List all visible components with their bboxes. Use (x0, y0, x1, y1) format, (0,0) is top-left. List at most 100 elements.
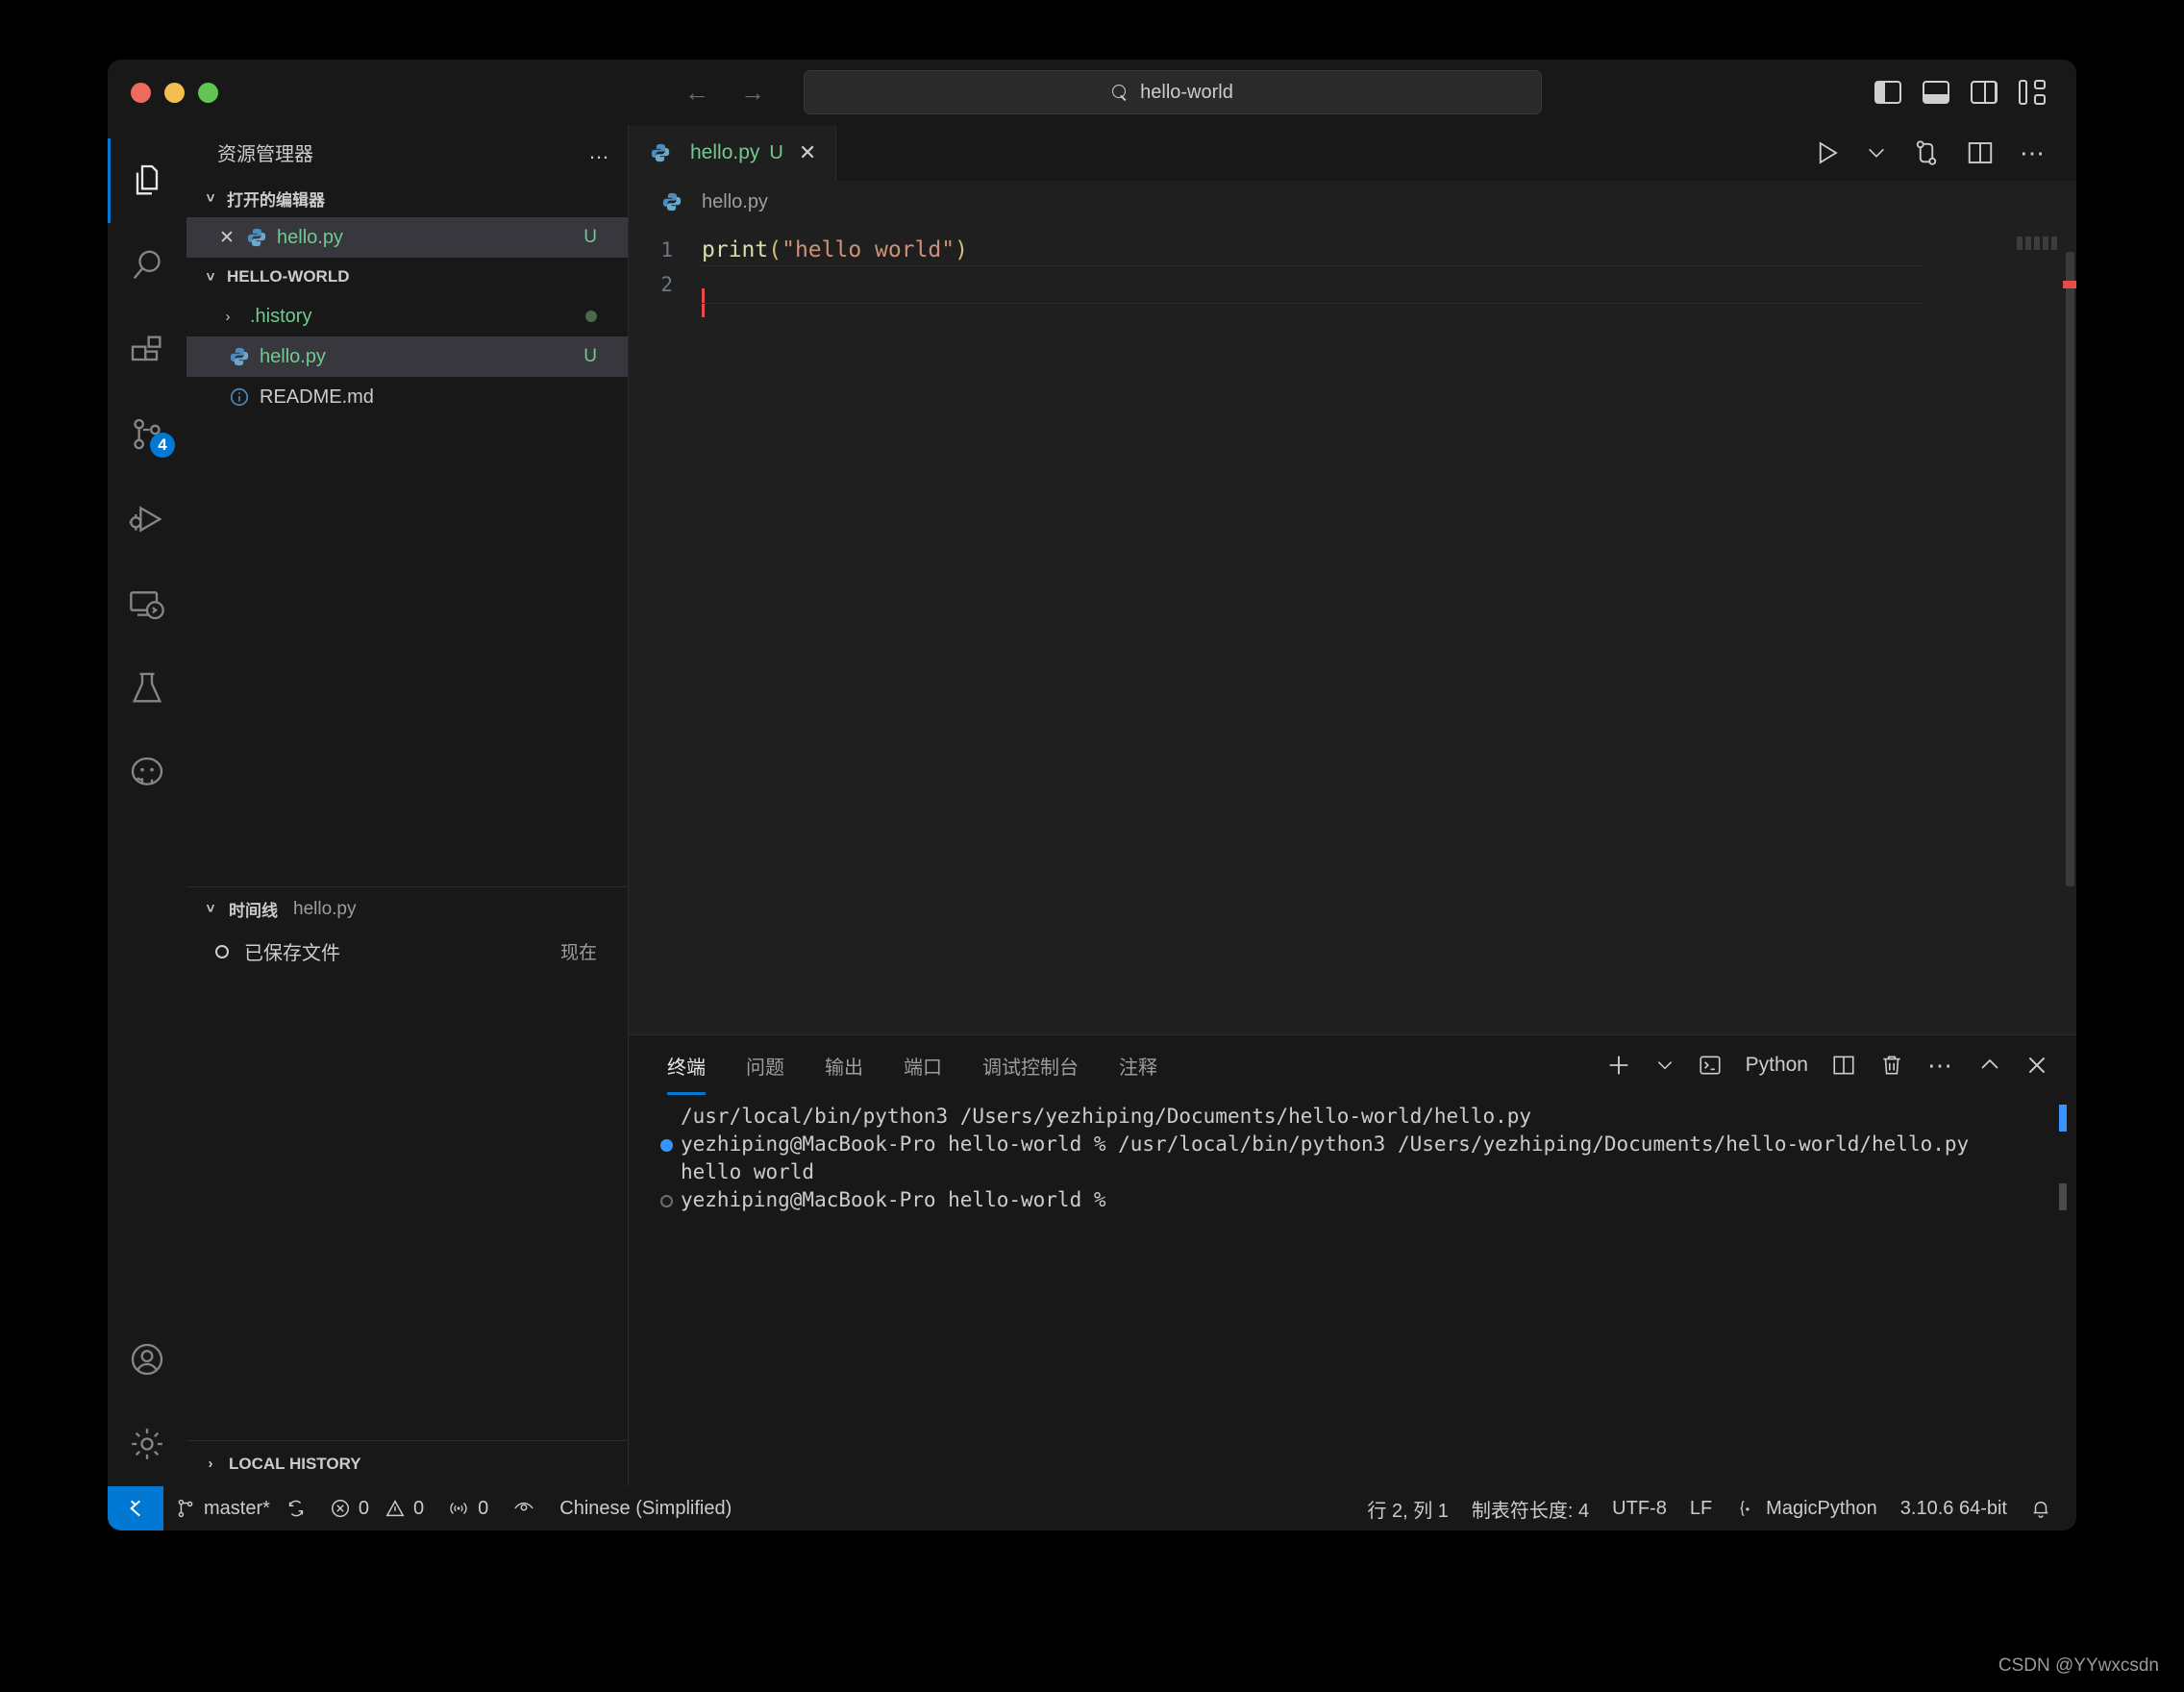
code-line-1: 1 print("hello world") (629, 233, 2076, 267)
tab-output[interactable]: 输出 (825, 1035, 863, 1095)
current-line-border-top (702, 265, 1923, 266)
more-actions-icon[interactable]: ⋯ (2020, 138, 2048, 168)
tab-terminal[interactable]: 终端 (667, 1035, 706, 1095)
timeline-item-time: 现在 (559, 943, 597, 963)
toggle-secondary-sidebar-icon[interactable] (1971, 81, 1998, 104)
status-eol[interactable]: LF (1678, 1486, 1724, 1530)
eye-icon (514, 1502, 534, 1511)
encoding-label: UTF-8 (1612, 1497, 1667, 1519)
close-editor-icon[interactable]: ✕ (208, 227, 246, 249)
editor-vertical-scrollbar[interactable] (2063, 223, 2076, 1034)
editor-area: hello.py U ✕ ⋯ hello.py 1 print("hello w… (629, 125, 2076, 1486)
status-language-left[interactable]: Chinese (Simplified) (548, 1486, 743, 1530)
ports-count: 0 (478, 1497, 489, 1519)
status-encoding[interactable]: UTF-8 (1601, 1486, 1678, 1530)
workspace-section-header[interactable]: ˅ HELLO-WORLD (186, 258, 628, 296)
tree-item-badge: U (583, 346, 597, 366)
sidebar-header: 资源管理器 … (186, 125, 628, 179)
tree-item-hello-py[interactable]: hello.py U (186, 336, 628, 377)
local-history-section-header[interactable]: › LOCAL HISTORY (186, 1440, 628, 1486)
sidebar-item-source-control[interactable]: 4 (108, 392, 186, 477)
tree-item-readme-md[interactable]: README.md (186, 377, 628, 417)
status-tab-size[interactable]: 制表符长度: 4 (1460, 1486, 1601, 1530)
sidebar-item-remote-explorer[interactable] (108, 561, 186, 646)
open-editor-item-hello-py[interactable]: ✕ hello.py U (186, 217, 628, 258)
arrow-left-icon[interactable]: ← (684, 80, 709, 105)
status-cursor-position[interactable]: 行 2, 列 1 (1355, 1486, 1459, 1530)
python-file-icon (230, 347, 249, 366)
tab-hello-py[interactable]: hello.py U ✕ (629, 125, 837, 181)
sidebar-item-run-and-debug[interactable] (108, 477, 186, 561)
line-number: 2 (660, 273, 673, 296)
chevron-down-icon: ˅ (206, 268, 215, 286)
search-icon (133, 250, 161, 280)
sync-icon[interactable] (285, 1498, 307, 1519)
status-problems[interactable]: 0 0 (318, 1486, 435, 1530)
timeline-item[interactable]: 已保存文件 现在 (186, 932, 628, 972)
customize-layout-icon[interactable] (2019, 80, 2048, 105)
status-ports[interactable]: 0 (435, 1486, 500, 1530)
terminal-output[interactable]: /usr/local/bin/python3 /Users/yezhiping/… (629, 1095, 2076, 1486)
status-branch[interactable]: master* (163, 1486, 318, 1530)
tab-close-icon[interactable]: ✕ (799, 140, 816, 165)
toggle-primary-sidebar-icon[interactable] (1874, 81, 1901, 104)
new-terminal-icon[interactable] (1605, 1052, 1632, 1079)
split-terminal-icon[interactable] (1831, 1053, 1856, 1078)
run-python-file-icon[interactable] (1812, 138, 1841, 167)
close-window-button[interactable] (131, 82, 151, 103)
panel-tab-label: 调试控制台 (982, 1057, 1079, 1079)
settings-button[interactable] (108, 1402, 186, 1486)
terminal-line-marker (652, 1158, 681, 1167)
status-theme-token[interactable]: MagicPython (1724, 1486, 1889, 1530)
token-function: print (702, 237, 769, 262)
sidebar-item-github[interactable] (108, 731, 186, 815)
tab-ports[interactable]: 端口 (904, 1035, 942, 1095)
timeline-section-header[interactable]: ˅ 时间线 hello.py (186, 887, 628, 932)
run-chevron-down-icon[interactable] (1866, 142, 1887, 163)
breadcrumb[interactable]: hello.py (629, 181, 2076, 223)
terminal-profile-chevron-icon[interactable] (1655, 1056, 1675, 1075)
window-controls[interactable] (108, 82, 218, 103)
command-center-search[interactable]: hello-world (804, 70, 1542, 114)
open-editors-section-header[interactable]: ˅ 打开的编辑器 (186, 179, 628, 217)
sidebar-more-actions-icon[interactable]: … (588, 139, 612, 164)
theme-token-label: MagicPython (1766, 1497, 1877, 1519)
arrow-right-icon[interactable]: → (740, 80, 765, 105)
tab-comments[interactable]: 注释 (1119, 1035, 1157, 1095)
gear-icon (132, 1429, 162, 1459)
maximize-panel-icon[interactable] (1978, 1054, 2001, 1077)
close-panel-icon[interactable] (2024, 1053, 2049, 1078)
tree-item-name: README.md (260, 386, 374, 408)
toggle-panel-icon[interactable] (1923, 81, 1949, 104)
terminal-line: /usr/local/bin/python3 /Users/yezhiping/… (629, 1103, 2076, 1131)
panel-tab-label: 注释 (1119, 1057, 1157, 1079)
terminal-line-text: /usr/local/bin/python3 /Users/yezhiping/… (681, 1105, 1532, 1128)
minimap[interactable] (2017, 236, 2059, 250)
terminal-scroll-thumb[interactable] (2059, 1183, 2067, 1210)
tab-debug-console[interactable]: 调试控制台 (982, 1035, 1079, 1095)
tab-label: hello.py (690, 141, 760, 163)
explorer-sidebar: 资源管理器 … ˅ 打开的编辑器 ✕ hello.py U ˅ HELLO-WO… (186, 125, 629, 1486)
remote-window-button[interactable] (108, 1486, 163, 1530)
eol-label: LF (1689, 1497, 1713, 1519)
more-actions-icon[interactable]: ⋯ (1927, 1051, 1955, 1081)
status-eye[interactable] (500, 1486, 548, 1530)
tree-item-history[interactable]: › .history (186, 296, 628, 336)
sidebar-item-extensions[interactable] (108, 308, 186, 392)
maximize-window-button[interactable] (198, 82, 218, 103)
split-editor-icon[interactable] (1966, 138, 1995, 167)
kill-terminal-icon[interactable] (1879, 1053, 1904, 1078)
terminal-line: yezhiping@MacBook-Pro hello-world % /usr… (629, 1131, 2076, 1158)
minimize-window-button[interactable] (164, 82, 185, 103)
code-editor[interactable]: 1 print("hello world") 2 (629, 223, 2076, 1034)
status-notifications[interactable] (2019, 1486, 2063, 1530)
sidebar-item-explorer[interactable] (108, 138, 186, 223)
accounts-button[interactable] (108, 1317, 186, 1402)
sidebar-item-testing[interactable] (108, 646, 186, 731)
scrollbar-thumb[interactable] (2066, 252, 2074, 886)
sidebar-item-search[interactable] (108, 223, 186, 308)
tab-problems[interactable]: 问题 (746, 1035, 784, 1095)
status-bar-left: master* 0 0 0 Chinese (Simplified) (108, 1486, 743, 1530)
source-control-compare-icon[interactable] (1912, 138, 1941, 167)
status-interpreter[interactable]: 3.10.6 64-bit (1889, 1486, 2019, 1530)
